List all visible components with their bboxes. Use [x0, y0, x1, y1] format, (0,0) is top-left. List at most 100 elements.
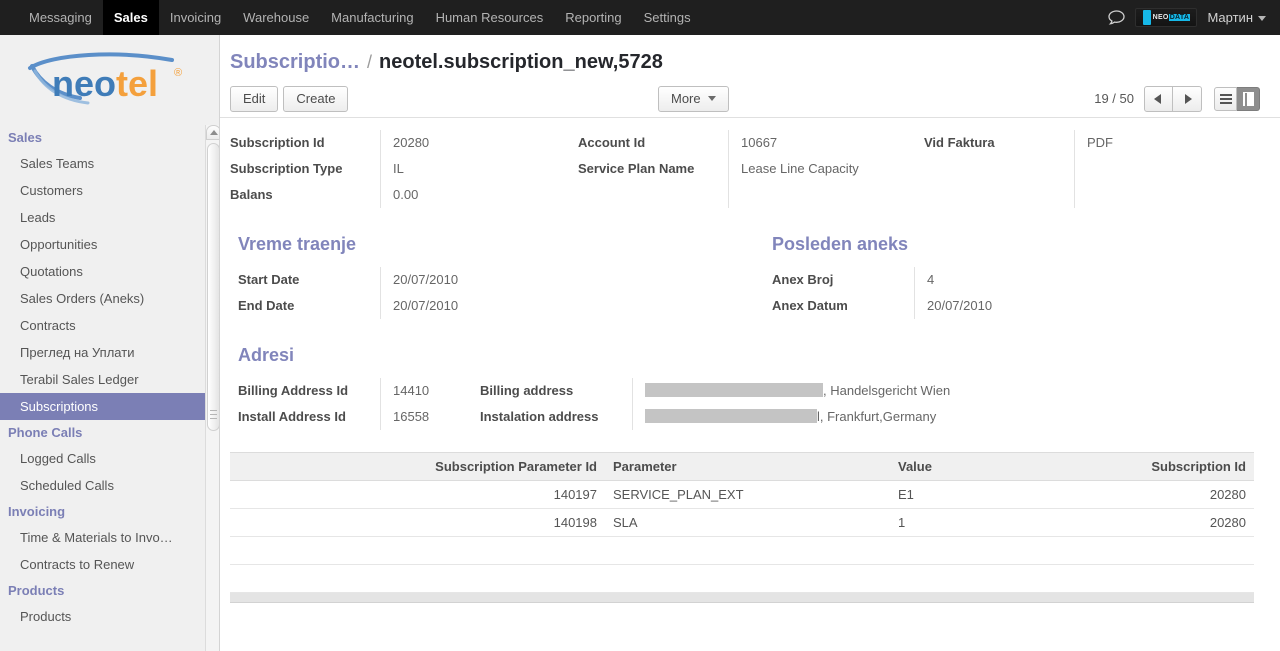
cell-empty [1010, 536, 1254, 565]
sidebar-item-logged-calls[interactable]: Logged Calls [0, 445, 219, 472]
table-footer-row [230, 592, 1254, 603]
sidebar-item-sales-orders-aneks[interactable]: Sales Orders (Aneks) [0, 285, 219, 312]
sidebar-item-opportunities[interactable]: Opportunities [0, 231, 219, 258]
svg-text:neo: neo [52, 63, 116, 104]
column-header-subscription-id[interactable]: Subscription Id [1010, 452, 1254, 481]
form-view-button[interactable] [1237, 86, 1260, 111]
cell-subscription-id: 20280 [1010, 508, 1254, 537]
svg-text:®: ® [174, 67, 182, 79]
column-header-subscription-parameter-id[interactable]: Subscription Parameter Id [230, 452, 605, 481]
company-logo: neo tel ® [0, 35, 219, 123]
pager-arrows [1144, 85, 1202, 112]
header-field-group: Subscription Id Subscription Type Balans 2… [230, 130, 1260, 208]
menu-item-invoicing[interactable]: Invoicing [159, 0, 232, 35]
neodata-logo-mark [1142, 10, 1151, 25]
more-button[interactable]: More [658, 85, 729, 112]
section-title: Posleden aneks [772, 234, 909, 254]
menu-item-sales[interactable]: Sales [102, 0, 159, 35]
cell-value: 1 [890, 508, 1010, 537]
sidebar-group-invoicing: Invoicing [8, 504, 66, 519]
table-row[interactable]: 140198 SLA 1 20280 [230, 508, 1254, 537]
neodata-logo-text: NEODATA [1152, 14, 1191, 21]
chevron-down-icon [1258, 16, 1266, 22]
sidebar-item-time-materials-to-invo[interactable]: Time & Materials to Invo… [0, 524, 219, 551]
field-value: 20280 [393, 135, 430, 150]
menu-item-messaging[interactable]: Messaging [18, 0, 103, 35]
chat-bubble-icon[interactable] [1107, 9, 1125, 27]
user-menu[interactable]: Мартин [1207, 10, 1266, 25]
record-toolbar: Edit Create More 19 / 50 [220, 74, 1280, 118]
address-field-group: Billing Address Id Install Address Id 144… [230, 378, 1260, 430]
field-label: Balans [230, 187, 273, 202]
sidebar-item-преглед-на-уплати[interactable]: Преглед на Уплати [0, 339, 219, 366]
create-button[interactable]: Create [283, 85, 349, 112]
field-label: Billing Address Id [238, 383, 349, 398]
cell-empty [890, 536, 1010, 565]
username-label: Мартин [1207, 10, 1253, 25]
field-value: 20/07/2010 [393, 298, 459, 313]
breadcrumb-parent[interactable]: Subscriptio… [230, 51, 360, 74]
sidebar-scrollbar[interactable] [205, 125, 219, 651]
cell-empty [605, 536, 890, 565]
sidebar: neo tel ® Sales Sales Teams Customers Leads… [0, 35, 220, 651]
table-row-empty [230, 564, 1254, 593]
scrollbar-thumb[interactable] [207, 143, 219, 431]
breadcrumb: Subscriptio… / neotel.subscription_new,5… [220, 35, 1280, 74]
chevron-down-icon [707, 96, 716, 101]
main-content: Subscriptio… / neotel.subscription_new,5… [220, 35, 1280, 651]
address-text: l, Frankfurt,Germany [817, 409, 937, 424]
field-label: Install Address Id [238, 409, 346, 424]
sidebar-item-contracts-to-renew[interactable]: Contracts to Renew [0, 551, 219, 578]
menu-item-settings[interactable]: Settings [633, 0, 702, 35]
table-footer [230, 592, 1254, 603]
field-label: Instalation address [480, 409, 599, 424]
field-value: l, Frankfurt,Germany [645, 404, 1192, 430]
previous-record-button[interactable] [1144, 85, 1173, 112]
cell-parameter: SERVICE_PLAN_EXT [605, 480, 890, 509]
more-button-label: More [671, 91, 701, 106]
sidebar-item-subscriptions[interactable]: Subscriptions [0, 393, 219, 420]
view-switcher [1214, 86, 1260, 111]
table-header-row: Subscription Parameter Id Parameter Value S… [230, 452, 1254, 481]
field-label: Account Id [578, 135, 646, 150]
table-row[interactable]: 140197 SERVICE_PLAN_EXT E1 20280 [230, 480, 1254, 509]
sidebar-navigation: Sales Sales Teams Customers Leads Opportunit… [0, 123, 219, 630]
field-value: IL [393, 161, 404, 176]
neodata-logo: NEODATA [1135, 8, 1198, 27]
field-label: End Date [238, 298, 295, 313]
field-label: Subscription Id [230, 135, 325, 150]
list-view-button[interactable] [1214, 86, 1237, 111]
field-value: 10667 [741, 135, 778, 150]
next-record-button[interactable] [1173, 85, 1202, 112]
sidebar-item-quotations[interactable]: Quotations [0, 258, 219, 285]
neodata-logo-text-highlight: DATA [1168, 14, 1191, 21]
table-footer-cell [230, 592, 1254, 603]
field-label: Start Date [238, 272, 300, 287]
sidebar-item-terabil-sales-ledger[interactable]: Terabil Sales Ledger [0, 366, 219, 393]
sidebar-item-scheduled-calls[interactable]: Scheduled Calls [0, 472, 219, 499]
address-id-fields: Billing Address Id Install Address Id 144… [230, 378, 480, 430]
menu-item-manufacturing[interactable]: Manufacturing [320, 0, 424, 35]
sidebar-item-contracts[interactable]: Contracts [0, 312, 219, 339]
pager-count: 19 / 50 [1094, 91, 1134, 106]
field-label: Anex Broj [772, 272, 834, 287]
column-header-parameter[interactable]: Parameter [605, 452, 890, 481]
scroll-up-arrow-icon[interactable] [206, 125, 219, 140]
edit-button[interactable]: Edit [230, 85, 279, 112]
header-fields-right: Vid Faktura PDF [924, 130, 1254, 208]
header-fields-left: Subscription Id Subscription Type Balans 2… [230, 130, 578, 208]
section-vreme-traenje: Vreme traenje Start Date End Date 20/07/2… [230, 208, 764, 319]
field-label: Subscription Type [230, 161, 343, 176]
menu-item-human-resources[interactable]: Human Resources [425, 0, 555, 35]
breadcrumb-separator: / [367, 52, 373, 72]
sidebar-item-sales-teams[interactable]: Sales Teams [0, 150, 219, 177]
redacted-block [645, 383, 823, 397]
sidebar-item-customers[interactable]: Customers [0, 177, 219, 204]
cell-empty [230, 564, 605, 593]
menu-item-reporting[interactable]: Reporting [554, 0, 632, 35]
sidebar-item-leads[interactable]: Leads [0, 204, 219, 231]
menu-item-warehouse[interactable]: Warehouse [232, 0, 320, 35]
column-header-value[interactable]: Value [890, 452, 1010, 481]
sidebar-item-products[interactable]: Products [0, 603, 219, 630]
svg-text:tel: tel [116, 63, 158, 104]
